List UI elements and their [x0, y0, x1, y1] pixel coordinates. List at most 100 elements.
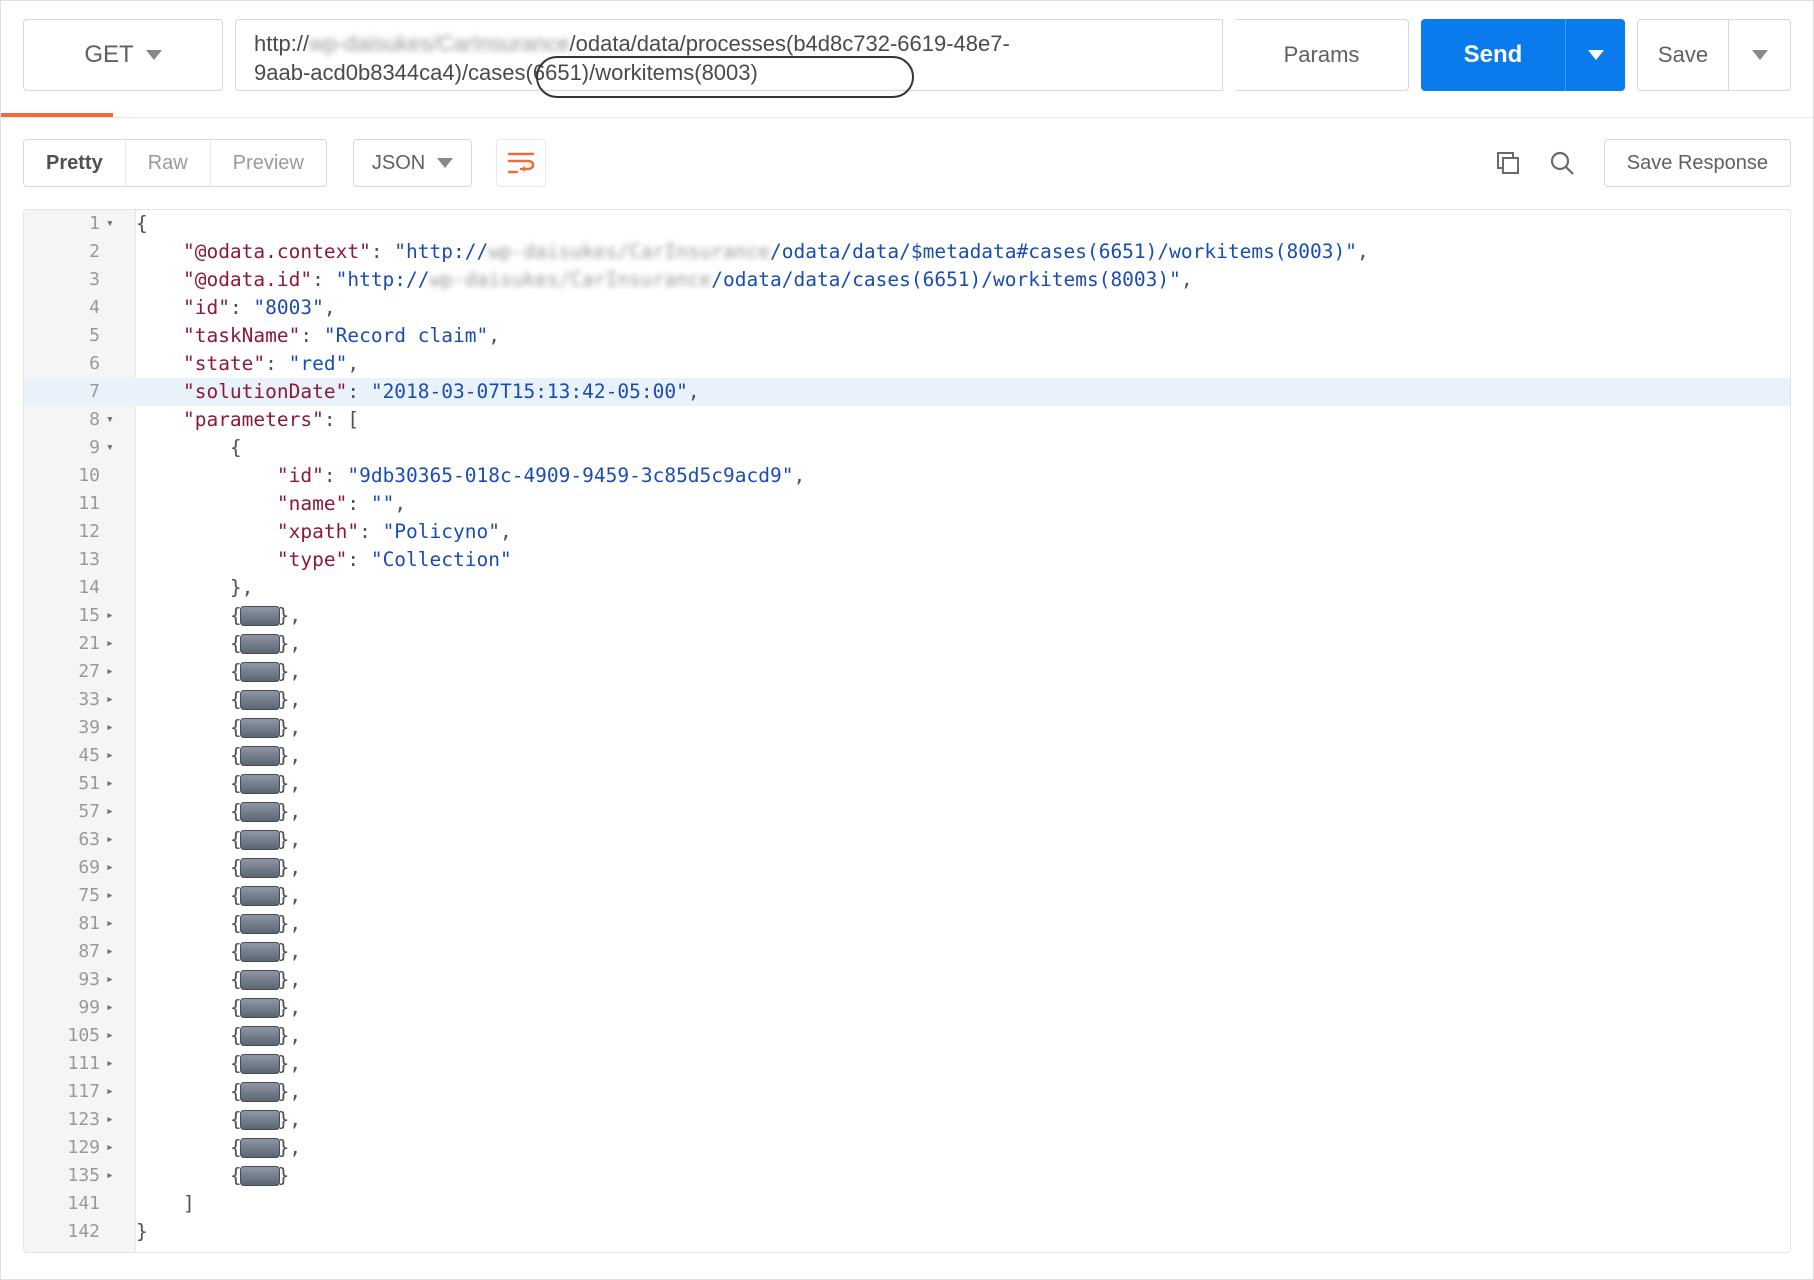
- copy-icon: [1495, 150, 1521, 176]
- fold-toggle[interactable]: ▾: [106, 406, 136, 434]
- folded-badge[interactable]: [240, 1054, 280, 1074]
- folded-badge[interactable]: [240, 662, 280, 682]
- url-input[interactable]: http://wp-daisukes/CarInsurance/odata/da…: [235, 19, 1223, 91]
- line-number: 111: [24, 1050, 106, 1078]
- line-number: 105: [24, 1022, 106, 1050]
- code: {},: [136, 966, 301, 994]
- fold-toggle[interactable]: ▸: [106, 658, 136, 686]
- send-button[interactable]: Send: [1421, 19, 1565, 91]
- fold-toggle[interactable]: ▸: [106, 966, 136, 994]
- code-line-folded: 93▸ {},: [24, 966, 1790, 994]
- fold-toggle[interactable]: ▸: [106, 854, 136, 882]
- fold-toggle[interactable]: ▸: [106, 742, 136, 770]
- fold-toggle[interactable]: ▸: [106, 1106, 136, 1134]
- line-number: 51: [24, 770, 106, 798]
- folded-badge[interactable]: [240, 942, 280, 962]
- code: }: [136, 1218, 148, 1246]
- folded-badge[interactable]: [240, 802, 280, 822]
- tab-pretty[interactable]: Pretty: [24, 140, 126, 186]
- folded-badge[interactable]: [240, 886, 280, 906]
- folded-badge[interactable]: [240, 1138, 280, 1158]
- folded-badge[interactable]: [240, 718, 280, 738]
- save-options-button[interactable]: [1729, 19, 1791, 91]
- code-line-folded: 27▸ {},: [24, 658, 1790, 686]
- folded-badge[interactable]: [240, 1166, 280, 1186]
- line-number: 8: [24, 406, 106, 434]
- code-line-folded: 51▸ {},: [24, 770, 1790, 798]
- tab-raw[interactable]: Raw: [126, 140, 211, 186]
- code: "state": "red",: [136, 350, 359, 378]
- folded-badge[interactable]: [240, 1110, 280, 1130]
- fold-toggle[interactable]: ▸: [106, 770, 136, 798]
- fold-toggle[interactable]: ▸: [106, 602, 136, 630]
- folded-badge[interactable]: [240, 830, 280, 850]
- folded-badge[interactable]: [240, 606, 280, 626]
- fold-toggle[interactable]: ▸: [106, 882, 136, 910]
- http-method-select[interactable]: GET: [23, 19, 223, 91]
- code-line-folded: 75▸ {},: [24, 882, 1790, 910]
- save-button[interactable]: Save: [1637, 19, 1729, 91]
- line-number: 69: [24, 854, 106, 882]
- line-number: 135: [24, 1162, 106, 1190]
- code-line-folded: 45▸ {},: [24, 742, 1790, 770]
- line-number: 75: [24, 882, 106, 910]
- send-options-button[interactable]: [1565, 19, 1625, 91]
- url-prefix: http://: [254, 31, 309, 56]
- http-method-label: GET: [84, 41, 133, 69]
- code: "id": "8003",: [136, 294, 336, 322]
- fold-toggle[interactable]: ▸: [106, 1134, 136, 1162]
- copy-button[interactable]: [1486, 141, 1530, 185]
- folded-badge[interactable]: [240, 1082, 280, 1102]
- fold-toggle[interactable]: ▸: [106, 798, 136, 826]
- line-number: 15: [24, 602, 106, 630]
- code: "id": "9db30365-018c-4909-9459-3c85d5c9a…: [136, 462, 805, 490]
- fold-toggle[interactable]: ▸: [106, 630, 136, 658]
- fold-toggle[interactable]: ▾: [106, 434, 136, 462]
- fold-toggle[interactable]: ▸: [106, 994, 136, 1022]
- line-number: 10: [24, 462, 106, 490]
- line-number: 93: [24, 966, 106, 994]
- fold-toggle[interactable]: ▸: [106, 714, 136, 742]
- tab-preview[interactable]: Preview: [211, 140, 326, 186]
- code-lines: 1▾{ 2 "@odata.context": "http://wp-daisu…: [24, 210, 1790, 1252]
- fold-toggle[interactable]: ▸: [106, 1078, 136, 1106]
- folded-badge[interactable]: [240, 774, 280, 794]
- code-line-folded: 111▸ {},: [24, 1050, 1790, 1078]
- code: "@odata.context": "http://wp-daisukes/Ca…: [136, 238, 1369, 266]
- save-response-button[interactable]: Save Response: [1604, 139, 1791, 187]
- folded-badge[interactable]: [240, 690, 280, 710]
- fold-toggle[interactable]: ▸: [106, 1162, 136, 1190]
- fold-toggle[interactable]: ▸: [106, 686, 136, 714]
- body-format-select[interactable]: JSON: [353, 139, 472, 187]
- fold-toggle[interactable]: ▸: [106, 826, 136, 854]
- search-button[interactable]: [1540, 141, 1584, 185]
- folded-badge[interactable]: [240, 914, 280, 934]
- request-bar: GET http://wp-daisukes/CarInsurance/odat…: [23, 19, 1791, 91]
- fold-toggle[interactable]: ▸: [106, 1050, 136, 1078]
- divider: [1, 117, 1813, 118]
- fold-toggle[interactable]: ▸: [106, 938, 136, 966]
- folded-badge[interactable]: [240, 998, 280, 1018]
- response-body[interactable]: 1▾{ 2 "@odata.context": "http://wp-daisu…: [23, 209, 1791, 1253]
- line-wrap-button[interactable]: [496, 139, 546, 187]
- folded-badge[interactable]: [240, 1026, 280, 1046]
- code: {},: [136, 686, 301, 714]
- line-number: 14: [24, 574, 106, 602]
- folded-badge[interactable]: [240, 634, 280, 654]
- fold-toggle[interactable]: ▸: [106, 1022, 136, 1050]
- line-number: 5: [24, 322, 106, 350]
- code-line-folded: 63▸ {},: [24, 826, 1790, 854]
- line-number: 21: [24, 630, 106, 658]
- code: {: [136, 210, 148, 238]
- body-view-tabs: Pretty Raw Preview: [23, 139, 327, 187]
- fold-toggle[interactable]: ▸: [106, 910, 136, 938]
- code: {},: [136, 1022, 301, 1050]
- code: {},: [136, 854, 301, 882]
- params-button[interactable]: Params: [1235, 19, 1409, 91]
- folded-badge[interactable]: [240, 858, 280, 878]
- folded-badge[interactable]: [240, 746, 280, 766]
- line-number: 57: [24, 798, 106, 826]
- code: },: [136, 574, 253, 602]
- fold-toggle[interactable]: ▾: [106, 210, 136, 238]
- folded-badge[interactable]: [240, 970, 280, 990]
